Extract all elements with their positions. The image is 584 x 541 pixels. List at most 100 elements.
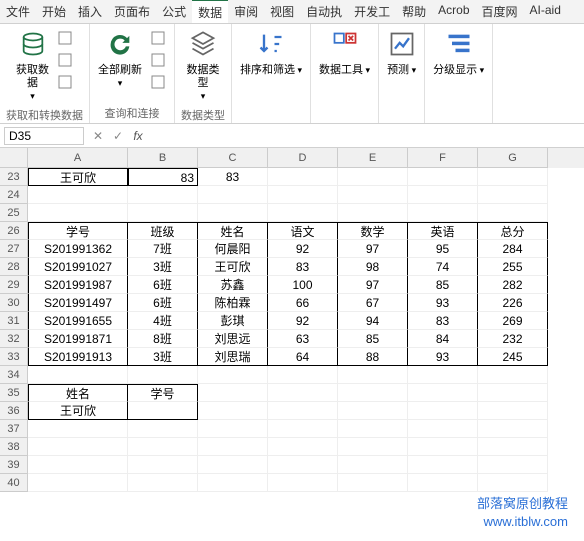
col-header-A[interactable]: A xyxy=(28,148,128,168)
cell-C35[interactable] xyxy=(198,384,268,402)
cell-E26[interactable]: 数学 xyxy=(338,222,408,240)
cell-F28[interactable]: 74 xyxy=(408,258,478,276)
cell-C40[interactable] xyxy=(198,474,268,492)
cell-F38[interactable] xyxy=(408,438,478,456)
row-header-28[interactable]: 28 xyxy=(0,258,28,276)
cell-G27[interactable]: 284 xyxy=(478,240,548,258)
cell-B24[interactable] xyxy=(128,186,198,204)
ribbon-small-button[interactable] xyxy=(148,50,168,70)
col-header-D[interactable]: D xyxy=(268,148,338,168)
cell-A29[interactable]: S201991987 xyxy=(28,276,128,294)
tab-6[interactable]: 审阅 xyxy=(228,0,264,23)
row-header-39[interactable]: 39 xyxy=(0,456,28,474)
tab-5[interactable]: 数据 xyxy=(192,0,228,23)
tab-10[interactable]: 帮助 xyxy=(396,0,432,23)
cell-C34[interactable] xyxy=(198,366,268,384)
cell-E25[interactable] xyxy=(338,204,408,222)
cell-F29[interactable]: 85 xyxy=(408,276,478,294)
cell-C28[interactable]: 王可欣 xyxy=(198,258,268,276)
tab-9[interactable]: 开发工 xyxy=(348,0,396,23)
tab-8[interactable]: 自动执 xyxy=(300,0,348,23)
cell-D27[interactable]: 92 xyxy=(268,240,338,258)
cell-D32[interactable]: 63 xyxy=(268,330,338,348)
cell-D37[interactable] xyxy=(268,420,338,438)
forecast-button[interactable]: 预测 ▾ xyxy=(385,28,418,79)
ribbon-small-button[interactable] xyxy=(55,72,75,92)
row-header-23[interactable]: 23 xyxy=(0,168,28,186)
cell-C30[interactable]: 陈柏霖 xyxy=(198,294,268,312)
cell-A25[interactable] xyxy=(28,204,128,222)
cell-F36[interactable] xyxy=(408,402,478,420)
cell-G30[interactable]: 226 xyxy=(478,294,548,312)
row-header-32[interactable]: 32 xyxy=(0,330,28,348)
cell-A30[interactable]: S201991497 xyxy=(28,294,128,312)
cell-F26[interactable]: 英语 xyxy=(408,222,478,240)
cell-E29[interactable]: 97 xyxy=(338,276,408,294)
cell-C24[interactable] xyxy=(198,186,268,204)
cell-C33[interactable]: 刘思瑞 xyxy=(198,348,268,366)
col-header-E[interactable]: E xyxy=(338,148,408,168)
col-header-C[interactable]: C xyxy=(198,148,268,168)
cell-B31[interactable]: 4班 xyxy=(128,312,198,330)
cell-A38[interactable] xyxy=(28,438,128,456)
cell-B38[interactable] xyxy=(128,438,198,456)
cell-B23[interactable]: 83 xyxy=(128,168,198,186)
cell-B32[interactable]: 8班 xyxy=(128,330,198,348)
ribbon-small-button[interactable] xyxy=(55,28,75,48)
ribbon-small-button[interactable] xyxy=(148,28,168,48)
cell-D28[interactable]: 83 xyxy=(268,258,338,276)
cell-D40[interactable] xyxy=(268,474,338,492)
row-header-38[interactable]: 38 xyxy=(0,438,28,456)
cell-D34[interactable] xyxy=(268,366,338,384)
cell-E30[interactable]: 67 xyxy=(338,294,408,312)
cell-A35[interactable]: 姓名 xyxy=(28,384,128,402)
cell-F35[interactable] xyxy=(408,384,478,402)
cell-A31[interactable]: S201991655 xyxy=(28,312,128,330)
cell-D24[interactable] xyxy=(268,186,338,204)
cell-G33[interactable]: 245 xyxy=(478,348,548,366)
cell-F34[interactable] xyxy=(408,366,478,384)
cell-G25[interactable] xyxy=(478,204,548,222)
cell-C23[interactable]: 83 xyxy=(198,168,268,186)
cell-G28[interactable]: 255 xyxy=(478,258,548,276)
cell-F25[interactable] xyxy=(408,204,478,222)
refresh-button[interactable]: 全部刷新 ▾ xyxy=(96,28,144,92)
cell-A34[interactable] xyxy=(28,366,128,384)
cell-E24[interactable] xyxy=(338,186,408,204)
cell-C31[interactable]: 彭琪 xyxy=(198,312,268,330)
cell-C25[interactable] xyxy=(198,204,268,222)
select-all-corner[interactable] xyxy=(0,148,28,168)
row-header-35[interactable]: 35 xyxy=(0,384,28,402)
cell-D33[interactable]: 64 xyxy=(268,348,338,366)
formula-cancel-icon[interactable]: ✕ xyxy=(88,129,108,143)
cell-F27[interactable]: 95 xyxy=(408,240,478,258)
cell-F30[interactable]: 93 xyxy=(408,294,478,312)
cell-D38[interactable] xyxy=(268,438,338,456)
cell-A26[interactable]: 学号 xyxy=(28,222,128,240)
cell-A27[interactable]: S201991362 xyxy=(28,240,128,258)
datatype-button[interactable]: 数据类 型 ▾ xyxy=(185,28,222,105)
cell-F23[interactable] xyxy=(408,168,478,186)
cell-G39[interactable] xyxy=(478,456,548,474)
cell-E31[interactable]: 94 xyxy=(338,312,408,330)
cell-B28[interactable]: 3班 xyxy=(128,258,198,276)
name-box[interactable] xyxy=(4,127,84,145)
cell-E23[interactable] xyxy=(338,168,408,186)
cell-D30[interactable]: 66 xyxy=(268,294,338,312)
cell-D23[interactable] xyxy=(268,168,338,186)
database-button[interactable]: 获取数 据 ▾ xyxy=(14,28,51,105)
row-header-29[interactable]: 29 xyxy=(0,276,28,294)
cell-F37[interactable] xyxy=(408,420,478,438)
cell-D26[interactable]: 语文 xyxy=(268,222,338,240)
cell-E40[interactable] xyxy=(338,474,408,492)
cell-E32[interactable]: 85 xyxy=(338,330,408,348)
cell-C39[interactable] xyxy=(198,456,268,474)
cell-E27[interactable]: 97 xyxy=(338,240,408,258)
row-header-31[interactable]: 31 xyxy=(0,312,28,330)
cell-A32[interactable]: S201991871 xyxy=(28,330,128,348)
row-header-37[interactable]: 37 xyxy=(0,420,28,438)
cell-G37[interactable] xyxy=(478,420,548,438)
cell-E35[interactable] xyxy=(338,384,408,402)
cell-F40[interactable] xyxy=(408,474,478,492)
row-header-40[interactable]: 40 xyxy=(0,474,28,492)
